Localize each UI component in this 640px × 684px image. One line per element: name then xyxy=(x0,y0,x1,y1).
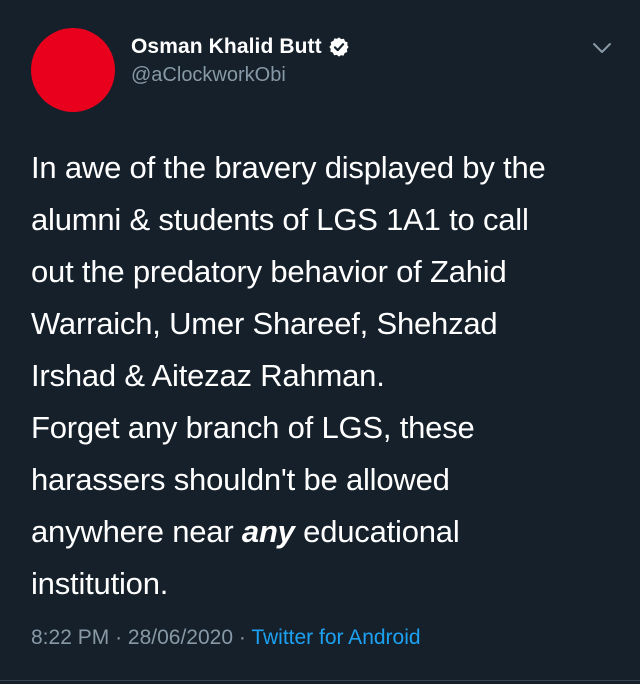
display-name[interactable]: Osman Khalid Butt xyxy=(131,35,322,59)
tweet-text: In awe of the bravery displayed by the a… xyxy=(31,142,621,610)
tweet-text-line-emphasis: anywhere near any educational xyxy=(31,506,621,558)
verified-badge-icon xyxy=(328,36,350,58)
tweet-date[interactable]: 28/06/2020 xyxy=(128,626,233,649)
chevron-down-icon[interactable] xyxy=(590,38,614,58)
tweet-text-line: out the predatory behavior of Zahid xyxy=(31,254,507,289)
tweet-text-line: In awe of the bravery displayed by the xyxy=(31,150,546,185)
tweet-header: Osman Khalid Butt @aClockworkObi xyxy=(131,32,350,87)
divider xyxy=(0,680,640,681)
tweet-time[interactable]: 8:22 PM xyxy=(31,626,109,649)
emphasis-word: any xyxy=(241,514,295,549)
tweet-text-line: Irshad & Aitezaz Rahman. xyxy=(31,358,385,393)
meta-separator: · xyxy=(115,626,123,649)
tweet-meta: 8:22 PM · 28/06/2020 · Twitter for Andro… xyxy=(31,626,421,650)
tweet-text-line: institution. xyxy=(31,566,169,601)
tweet-text-line: Warraich, Umer Shareef, Shehzad xyxy=(31,306,498,341)
tweet-text-line: Forget any branch of LGS, these xyxy=(31,410,475,445)
tweet-source-link[interactable]: Twitter for Android xyxy=(251,626,420,649)
author-handle[interactable]: @aClockworkObi xyxy=(131,64,350,87)
avatar[interactable] xyxy=(31,28,115,112)
tweet-text-segment: anywhere near xyxy=(31,514,234,549)
tweet-card: Osman Khalid Butt @aClockworkObi In awe … xyxy=(0,0,640,684)
meta-separator: · xyxy=(238,626,246,649)
tweet-text-line: harassers shouldn't be allowed xyxy=(31,462,450,497)
tweet-text-line: alumni & students of LGS 1A1 to call xyxy=(31,202,529,237)
name-row: Osman Khalid Butt xyxy=(131,32,350,62)
tweet-text-segment: educational xyxy=(303,514,460,549)
